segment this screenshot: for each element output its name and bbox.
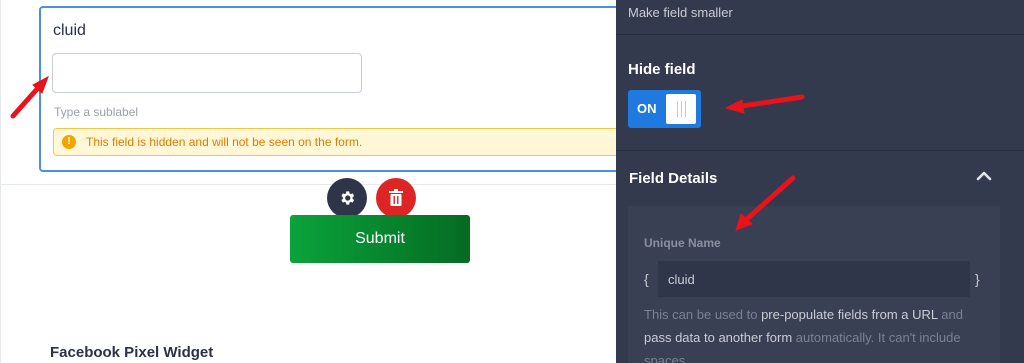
form-canvas: cluid Type a sublabel ! This field is hi…: [0, 0, 616, 363]
hide-field-title: Hide field: [628, 61, 696, 78]
field-text-input[interactable]: [52, 53, 362, 93]
unique-name-help-text: This can be used to pre-populate fields …: [644, 303, 984, 363]
field-details-section: Unique Name { } This can be used to pre-…: [628, 206, 1000, 363]
canvas-border: [0, 0, 1, 363]
sublabel-placeholder[interactable]: Type a sublabel: [54, 105, 138, 119]
submit-button[interactable]: Submit: [290, 215, 470, 263]
panel-divider: [616, 150, 1024, 151]
warning-icon: !: [62, 135, 76, 149]
unique-name-input[interactable]: [658, 261, 970, 297]
make-smaller-row: Make field smaller: [616, 0, 1024, 34]
facebook-pixel-widget-title[interactable]: Facebook Pixel Widget: [50, 344, 213, 361]
panel-divider: [616, 34, 1024, 35]
selected-field-card[interactable]: cluid Type a sublabel ! This field is hi…: [39, 6, 616, 172]
help-text: and: [937, 307, 963, 322]
unique-name-label: Unique Name: [644, 236, 721, 250]
delete-field-button[interactable]: [376, 178, 416, 218]
trash-icon: [389, 189, 403, 206]
field-properties-panel: Make field smaller Hide field ON Field D…: [616, 0, 1024, 363]
field-settings-button[interactable]: [327, 178, 367, 218]
hidden-notice-text: This field is hidden and will not be see…: [86, 135, 363, 149]
toggle-state-label: ON: [637, 101, 657, 116]
hidden-field-notice: ! This field is hidden and will not be s…: [53, 128, 616, 156]
gear-icon: [341, 191, 355, 205]
chevron-up-icon[interactable]: [974, 166, 994, 186]
field-label[interactable]: cluid: [53, 22, 86, 40]
field-details-title: Field Details: [629, 170, 718, 187]
section-divider: [0, 184, 616, 185]
knob-grip-line: [677, 101, 678, 117]
toggle-knob[interactable]: [666, 94, 696, 124]
hide-field-toggle[interactable]: ON: [628, 90, 701, 128]
knob-grip-line: [681, 101, 682, 117]
help-highlight: pre-populate fields from a URL: [761, 307, 938, 322]
help-highlight: pass data to another form: [644, 330, 793, 345]
help-text: This can be used to: [644, 307, 762, 322]
make-field-smaller-label: Make field smaller: [628, 5, 733, 20]
knob-grip-line: [685, 101, 686, 117]
brace-open: {: [644, 271, 649, 287]
brace-close: }: [975, 271, 980, 287]
